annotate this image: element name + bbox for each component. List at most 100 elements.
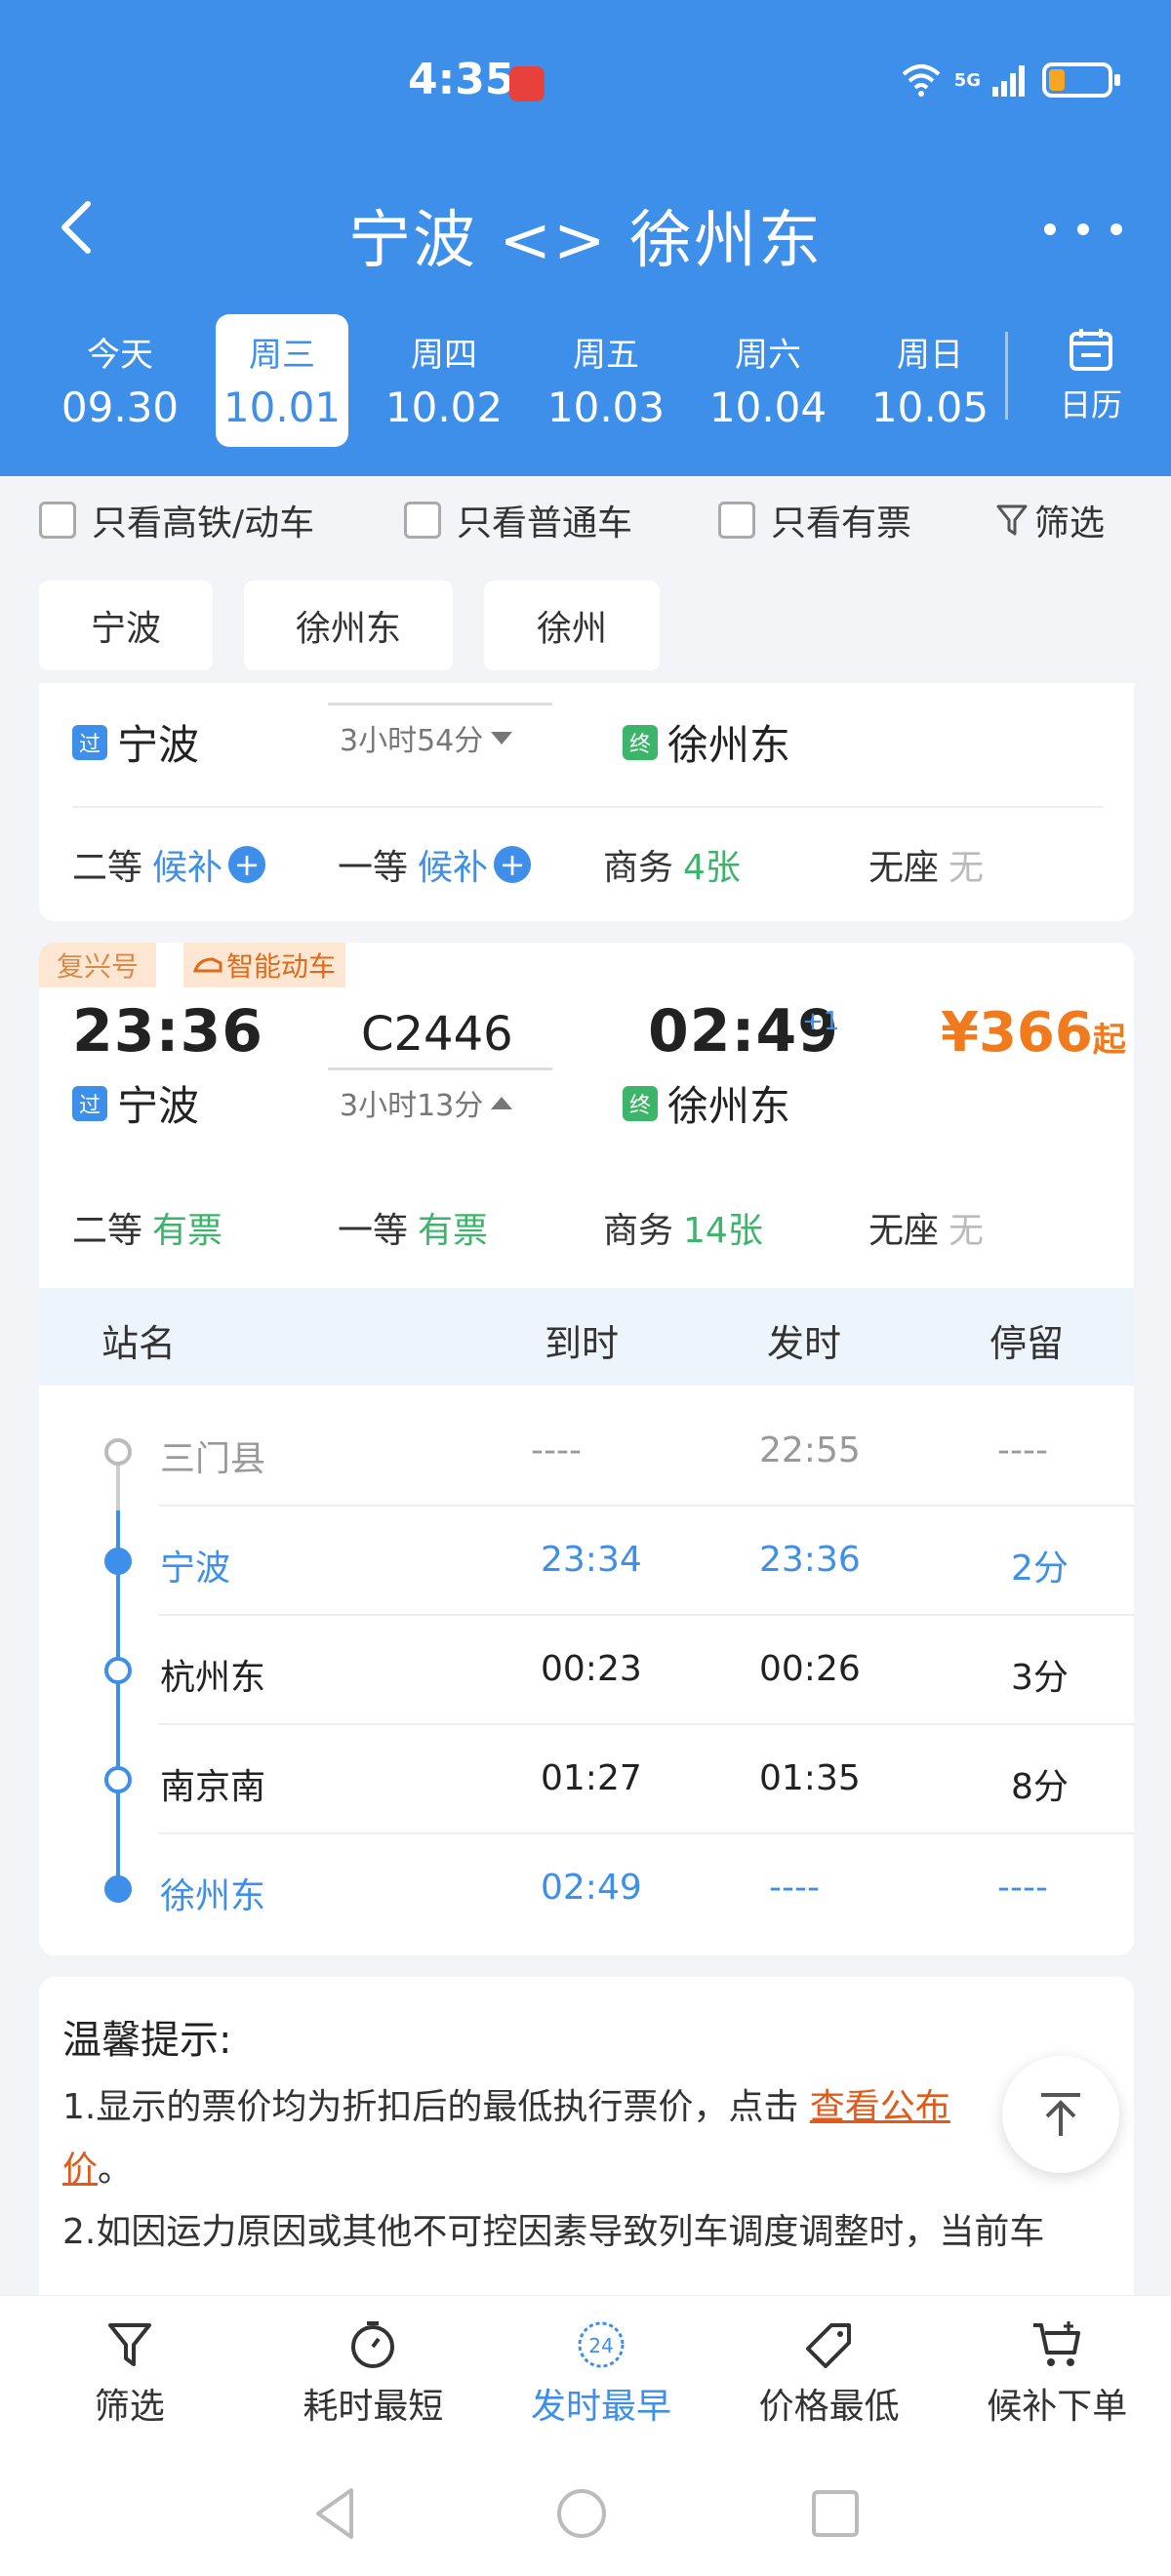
filter-button[interactable]: 筛选	[995, 495, 1105, 545]
duration-text: 3小时54分	[340, 724, 484, 758]
tab-label: 耗时最短	[303, 2387, 444, 2427]
stop-dot	[104, 1875, 132, 1903]
tab-lowest-price[interactable]: 价格最低	[715, 2296, 944, 2451]
stop-dot	[104, 1548, 132, 1575]
checkbox-box	[718, 502, 755, 539]
checkbox-label: 只看高铁/动车	[92, 503, 315, 543]
tips-text: 1.显示的票价均为折扣后的最低执行票价，点击 查看公布 价。 2.如因运力原因或…	[62, 2076, 1110, 2264]
seat-first-class[interactable]: 一等 候补 +	[338, 839, 532, 890]
view-published-price-link-cont[interactable]: 价	[62, 2150, 98, 2190]
price: ¥366起	[941, 1001, 1126, 1065]
stop-row: 南京南 01:27 01:35 8分	[39, 1725, 1134, 1834]
home-nav-icon[interactable]	[554, 2486, 609, 2541]
date-tab[interactable]: 周五 10.03	[525, 314, 687, 447]
seat-second-class[interactable]: 二等 有票	[72, 1202, 222, 1253]
price-value: ¥366	[941, 1001, 1093, 1065]
col-arrive: 到时	[545, 1322, 620, 1365]
date-tab-active[interactable]: 周三 10.01	[216, 314, 348, 447]
smart-train-badge: 智能动车	[183, 943, 346, 987]
add-icon[interactable]: +	[494, 846, 532, 883]
funnel-icon	[996, 504, 1028, 536]
stop-arrive: 00:23	[541, 1649, 642, 1689]
calendar-icon	[1070, 329, 1112, 371]
depart-time: 23:36	[72, 997, 263, 1066]
stop-name: 三门县	[160, 1439, 266, 1479]
date-weekday: 周六	[735, 336, 801, 375]
train-card[interactable]: 过 宁波 3小时54分 终 徐州东 二等 候补 + 一等 候补 + 商务 4张 …	[39, 683, 1134, 921]
stop-stay: ----	[997, 1868, 1048, 1908]
funnel-icon	[107, 2323, 151, 2366]
tab-shortest[interactable]: 耗时最短	[260, 2296, 488, 2451]
back-nav-icon[interactable]	[310, 2484, 359, 2543]
expand-icon	[491, 731, 513, 745]
tab-label: 候补下单	[987, 2387, 1128, 2427]
high-speed-checkbox[interactable]: 只看高铁/动车	[39, 495, 314, 545]
duration[interactable]: 3小时13分	[340, 1081, 513, 1124]
station-chip[interactable]: 徐州	[484, 581, 660, 670]
seat-status: 候补	[152, 848, 223, 888]
seat-business[interactable]: 商务 4张	[603, 839, 741, 890]
duration[interactable]: 3小时54分	[340, 716, 513, 759]
seat-second-class[interactable]: 二等 候补 +	[72, 839, 266, 890]
recents-nav-icon[interactable]	[810, 2488, 861, 2539]
available-only-checkbox[interactable]: 只看有票	[718, 495, 911, 545]
col-depart: 发时	[767, 1322, 842, 1365]
date-value: 10.03	[546, 383, 666, 431]
arrow-up-icon	[1041, 2093, 1080, 2136]
add-icon[interactable]: +	[228, 846, 266, 883]
calendar-label: 日历	[1059, 386, 1122, 423]
stop-name: 徐州东	[160, 1876, 266, 1916]
stop-depart: 23:36	[759, 1540, 861, 1580]
tab-label: 价格最低	[758, 2387, 900, 2427]
stop-stay: 2分	[1011, 1549, 1069, 1589]
notification-icon	[509, 66, 545, 101]
tips-title: 温馨提示:	[62, 2018, 232, 2063]
stop-row: 宁波 23:34 23:36 2分	[39, 1507, 1134, 1616]
col-station: 站名	[101, 1322, 177, 1365]
tab-earliest[interactable]: 24 发时最早	[487, 2296, 715, 2451]
date-value: 10.05	[870, 383, 989, 431]
date-weekday: 今天	[87, 336, 153, 375]
divider	[1005, 332, 1008, 420]
from-station-name: 宁波	[117, 1082, 200, 1130]
seat-status: 4张	[683, 848, 741, 888]
tab-waitlist[interactable]: 候补下单	[943, 2296, 1171, 2451]
station-chip[interactable]: 徐州东	[244, 581, 453, 670]
from-station: 过 宁波	[72, 712, 199, 772]
seat-no-seat[interactable]: 无座 无	[868, 839, 984, 890]
train-card-expanded[interactable]: 复兴号 智能动车 23:36 C2446 02:49 +1 ¥366起 过 宁波…	[39, 943, 1134, 1955]
page-title: 宁波 <> 徐州东	[348, 205, 823, 277]
tab-label: 筛选	[94, 2387, 165, 2427]
system-nav-bar	[0, 2451, 1171, 2576]
date-strip: 今天 09.30 周三 10.01 周四 10.02 周五 10.03 周六 1…	[39, 314, 1011, 447]
seat-business[interactable]: 商务 14张	[603, 1202, 763, 1253]
date-tab[interactable]: 周六 10.04	[687, 314, 849, 447]
tips-panel: 温馨提示: 1.显示的票价均为折扣后的最低执行票价，点击 查看公布 价。 2.如…	[39, 1977, 1134, 2299]
station-chip[interactable]: 宁波	[39, 581, 213, 670]
tab-filter[interactable]: 筛选	[0, 2296, 260, 2451]
seat-no-seat[interactable]: 无座 无	[868, 1202, 984, 1253]
date-tab[interactable]: 今天 09.30	[39, 314, 201, 447]
seat-label: 商务	[603, 1211, 674, 1251]
date-value: 09.30	[61, 383, 180, 431]
date-tab[interactable]: 周四 10.02	[363, 314, 525, 447]
stop-stay: ----	[997, 1430, 1048, 1470]
nav-bar: 宁波 <> 徐州东	[0, 181, 1171, 278]
normal-train-checkbox[interactable]: 只看普通车	[404, 495, 632, 545]
seat-status: 无	[949, 848, 985, 888]
badge-text: 智能动车	[226, 950, 337, 983]
duration-text: 3小时13分	[340, 1089, 484, 1123]
scroll-to-top-button[interactable]	[1002, 2056, 1119, 2173]
stop-dot	[104, 1438, 132, 1466]
date-value: 10.01	[222, 383, 342, 431]
stop-arrive: 23:34	[541, 1540, 642, 1580]
date-tab[interactable]: 周日 10.05	[849, 314, 1011, 447]
end-tag: 终	[623, 724, 658, 760]
tips-line: 1.显示的票价均为折扣后的最低执行票价，点击	[62, 2087, 810, 2127]
cart-icon	[1033, 2321, 1081, 2366]
calendar-button[interactable]: 日历	[1032, 326, 1150, 425]
view-published-price-link[interactable]: 查看公布	[810, 2087, 950, 2127]
more-icon[interactable]	[1044, 200, 1122, 259]
seat-label: 商务	[603, 848, 674, 888]
seat-first-class[interactable]: 一等 有票	[338, 1202, 488, 1253]
